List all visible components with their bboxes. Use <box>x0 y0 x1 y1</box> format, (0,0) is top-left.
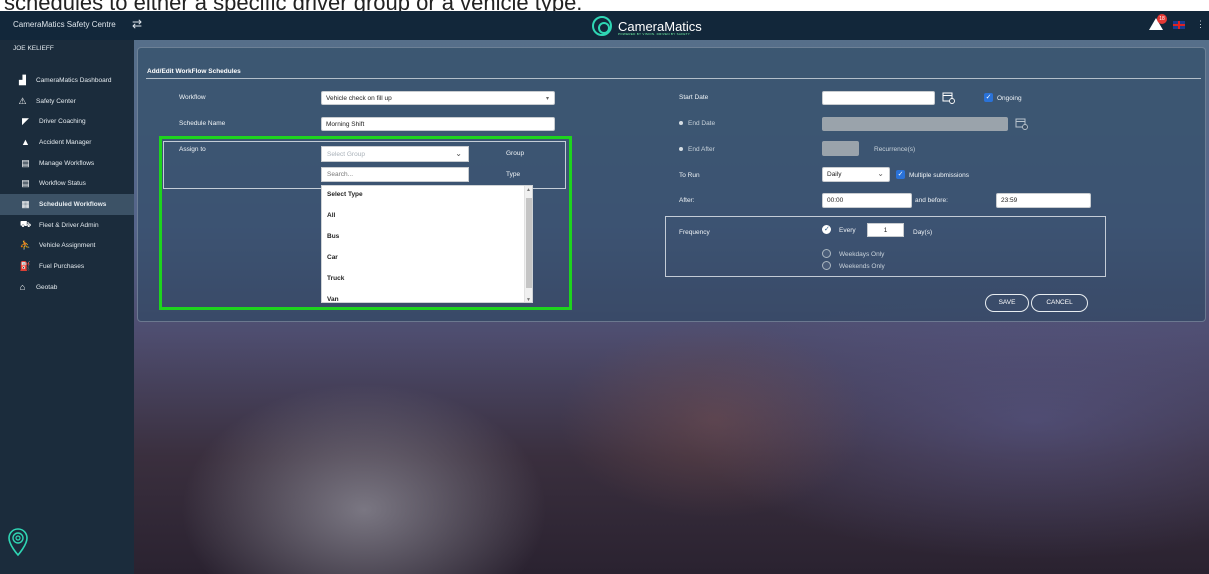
before-time-input[interactable]: 23:59 <box>996 193 1091 208</box>
sidebar-item-label: Accident Manager <box>39 138 92 146</box>
schedule-name-value: Morning Shift <box>326 121 365 128</box>
sidebar-item-scheduled-workflows[interactable]: ▦ Scheduled Workflows <box>0 194 134 215</box>
sidebar-item-dashboard[interactable]: ▟ CameraMatics Dashboard <box>0 70 134 91</box>
save-button[interactable]: SAVE <box>985 294 1029 312</box>
workflow-select[interactable]: Vehicle check on fill up ▾ <box>321 91 555 105</box>
end-date-text: End Date <box>688 120 716 127</box>
sidebar-item-label: Fleet & Driver Admin <box>39 221 99 229</box>
brand-tagline: POWERED BY VISION. DRIVEN BY SAFETY. <box>618 32 691 36</box>
sidebar-item-driver-coaching[interactable]: ◤ Driver Coaching <box>0 111 134 132</box>
sidebar-item-label: Manage Workflows <box>39 159 95 167</box>
camera-lens-icon <box>592 16 612 36</box>
calendar-icon[interactable] <box>1015 117 1028 130</box>
calendar-icon: ▦ <box>21 198 30 209</box>
clipboard-icon: ▤ <box>21 157 30 168</box>
end-date-label: End Date <box>679 120 715 127</box>
sidebar-item-accident-manager[interactable]: ▲ Accident Manager <box>0 132 134 153</box>
alert-count-badge: 18 <box>1157 14 1167 24</box>
person-icon: ⛹ <box>19 240 32 251</box>
sidebar-item-geotab[interactable]: ⌂ Geotab <box>0 277 134 298</box>
swap-icon[interactable]: ⇄ <box>132 17 142 31</box>
sidebar-nav: ▟ CameraMatics Dashboard ⚠ Safety Center… <box>0 70 134 298</box>
whistle-icon: ◤ <box>22 116 29 127</box>
schedule-name-input[interactable]: Morning Shift <box>321 117 555 131</box>
days-label: Day(s) <box>913 229 933 236</box>
top-bar: CameraMatics Safety Centre ⇄ CameraMatic… <box>0 11 1209 40</box>
before-time-value: 23:59 <box>1001 197 1018 204</box>
user-name: JOE KELIEFF <box>13 45 54 52</box>
frequency-label: Frequency <box>679 229 710 236</box>
every-days-input[interactable]: 1 <box>867 223 904 237</box>
multiple-submissions-label: Multiple submissions <box>909 172 969 179</box>
fuel-icon: ⛽ <box>19 261 32 272</box>
sidebar-item-label: Scheduled Workflows <box>39 200 107 208</box>
sidebar: JOE KELIEFF ▟ CameraMatics Dashboard ⚠ S… <box>0 40 134 574</box>
warning-icon: ⚠ <box>18 95 27 106</box>
alert-icon: ▲ <box>21 137 30 148</box>
chevron-down-icon: ⌄ <box>877 169 884 178</box>
end-after-label: End After <box>679 146 715 153</box>
sidebar-item-label: Fuel Purchases <box>39 263 85 271</box>
radio-dot-icon[interactable] <box>679 121 683 126</box>
workflow-value: Vehicle check on fill up <box>326 95 392 102</box>
sidebar-item-safety-center[interactable]: ⚠ Safety Center <box>0 91 134 112</box>
every-days-value: 1 <box>883 227 888 234</box>
chevron-down-icon: ▾ <box>545 96 549 102</box>
start-date-label: Start Date <box>679 94 709 101</box>
weekends-only-radio[interactable] <box>822 261 831 270</box>
cancel-button[interactable]: CANCEL <box>1031 294 1088 312</box>
weekends-only-label: Weekends Only <box>839 263 885 270</box>
sidebar-item-label: Workflow Status <box>39 180 86 188</box>
after-time-input[interactable]: 00:00 <box>822 193 912 208</box>
multiple-submissions-checkbox[interactable]: ✓ <box>896 170 905 179</box>
to-run-label: To Run <box>679 172 700 179</box>
sidebar-item-vehicle-assignment[interactable]: ⛹ Vehicle Assignment <box>0 236 134 257</box>
tutorial-caption: schedules to either a specific driver gr… <box>0 0 1209 11</box>
ongoing-checkbox[interactable]: ✓ <box>984 93 993 102</box>
sidebar-item-label: Geotab <box>36 283 58 291</box>
before-label: and before: <box>915 197 948 204</box>
every-radio[interactable] <box>822 225 831 234</box>
calendar-icon[interactable] <box>942 91 955 104</box>
after-label: After: <box>679 197 695 204</box>
end-date-input[interactable] <box>822 117 1008 131</box>
end-after-input[interactable] <box>822 141 859 156</box>
every-label: Every <box>839 227 856 234</box>
clipboard-icon: ▤ <box>21 178 30 189</box>
more-menu-icon[interactable]: ⋮ <box>1196 19 1205 30</box>
to-run-value: Daily <box>827 171 842 178</box>
start-date-input[interactable] <box>822 91 935 105</box>
form-title: Add/Edit WorkFlow Schedules <box>147 68 241 75</box>
weekdays-only-label: Weekdays Only <box>839 251 885 258</box>
recurrences-label: Recurrence(s) <box>874 146 916 153</box>
radio-dot-icon[interactable] <box>679 147 683 152</box>
sidebar-item-label: Driver Coaching <box>39 118 86 126</box>
main-content: Add/Edit WorkFlow Schedules Workflow Veh… <box>134 40 1209 574</box>
geotab-icon: ⌂ <box>19 282 26 293</box>
alert-button[interactable]: 18 <box>1149 14 1167 30</box>
sidebar-item-label: Safety Center <box>36 97 76 105</box>
schedule-name-label: Schedule Name <box>179 120 226 127</box>
weekdays-only-radio[interactable] <box>822 249 831 258</box>
after-time-value: 00:00 <box>827 197 844 204</box>
sidebar-item-workflow-status[interactable]: ▤ Workflow Status <box>0 173 134 194</box>
ongoing-label: Ongoing <box>997 95 1022 102</box>
end-after-text: End After <box>688 146 715 153</box>
sidebar-item-fleet-driver-admin[interactable]: ⛟ Fleet & Driver Admin <box>0 215 134 236</box>
title-divider <box>146 78 1201 79</box>
app-title[interactable]: CameraMatics Safety Centre <box>13 20 116 29</box>
cameramatics-pin-icon <box>8 528 28 557</box>
sidebar-item-fuel-purchases[interactable]: ⛽ Fuel Purchases <box>0 256 134 277</box>
car-icon: ⛟ <box>19 219 32 230</box>
sidebar-item-manage-workflows[interactable]: ▤ Manage Workflows <box>0 153 134 174</box>
uk-flag-icon[interactable] <box>1173 21 1185 29</box>
highlight-box <box>159 136 572 310</box>
brand-logo: CameraMatics POWERED BY VISION. DRIVEN B… <box>592 14 702 38</box>
to-run-select[interactable]: Daily ⌄ <box>822 167 890 182</box>
workflow-label: Workflow <box>179 94 206 101</box>
sidebar-item-label: CameraMatics Dashboard <box>36 76 112 84</box>
sidebar-item-label: Vehicle Assignment <box>39 242 96 250</box>
dashboard-icon: ▟ <box>19 74 26 85</box>
